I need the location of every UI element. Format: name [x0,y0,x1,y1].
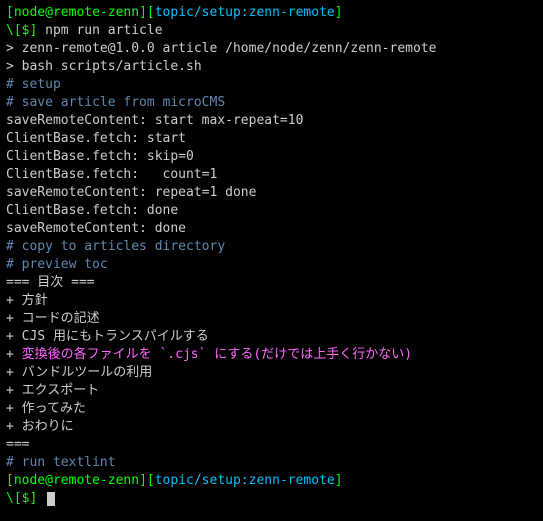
bracket: [ [6,5,14,20]
output-line: > zenn-remote@1.0.0 article /home/node/z… [6,40,537,58]
bracket: ] [335,5,343,20]
bracket: ] [335,473,343,488]
toc-item: + 方針 [6,292,537,310]
output-line: ClientBase.fetch: start [6,130,537,148]
bracket: [ [147,5,155,20]
toc-footer: === [6,436,537,454]
toc-item: + エクスポート [6,382,537,400]
comment-line: # preview toc [6,256,537,274]
toc-header: === 目次 === [6,274,537,292]
user-host: node@remote-zenn [14,5,139,20]
toc-item: + おわりに [6,418,537,436]
command-line-2[interactable]: \[$] [6,490,537,508]
bracket: [ [6,473,14,488]
bracket: ] [139,473,147,488]
output-line: ClientBase.fetch: count=1 [6,166,537,184]
toc-item: + コードの記述 [6,310,537,328]
git-branch: topic/setup:zenn-remote [155,5,335,20]
prompt-symbol: \[$] [6,491,45,506]
output-line: saveRemoteContent: start max-repeat=10 [6,112,537,130]
output-line: ClientBase.fetch: skip=0 [6,148,537,166]
toc-item: + CJS 用にもトランスパイルする [6,328,537,346]
highlighted-text: 変換後の各ファイルを `.cjs` にする(だけでは上手く行かない) [22,347,412,362]
prompt-line-1: [node@remote-zenn][topic/setup:zenn-remo… [6,4,537,22]
comment-line: # copy to articles directory [6,238,537,256]
prompt-line-2: [node@remote-zenn][topic/setup:zenn-remo… [6,472,537,490]
output-line: saveRemoteContent: repeat=1 done [6,184,537,202]
toc-item: + バンドルツールの利用 [6,364,537,382]
output-line: saveRemoteContent: done [6,220,537,238]
command-line-1[interactable]: \[$] npm run article [6,22,537,40]
comment-line: # save article from microCMS [6,94,537,112]
user-host: node@remote-zenn [14,473,139,488]
comment-line: # run textlint [6,454,537,472]
prompt-symbol: \[$] [6,23,45,38]
git-branch: topic/setup:zenn-remote [155,473,335,488]
cursor [47,492,55,506]
command-text: npm run article [45,23,162,38]
bracket: [ [147,473,155,488]
toc-item-highlighted: + 変換後の各ファイルを `.cjs` にする(だけでは上手く行かない) [6,346,537,364]
bullet: + [6,347,22,362]
toc-item: + 作ってみた [6,400,537,418]
terminal-output: [node@remote-zenn][topic/setup:zenn-remo… [6,4,537,508]
output-line: ClientBase.fetch: done [6,202,537,220]
output-line: > bash scripts/article.sh [6,58,537,76]
comment-line: # setup [6,76,537,94]
bracket: ] [139,5,147,20]
